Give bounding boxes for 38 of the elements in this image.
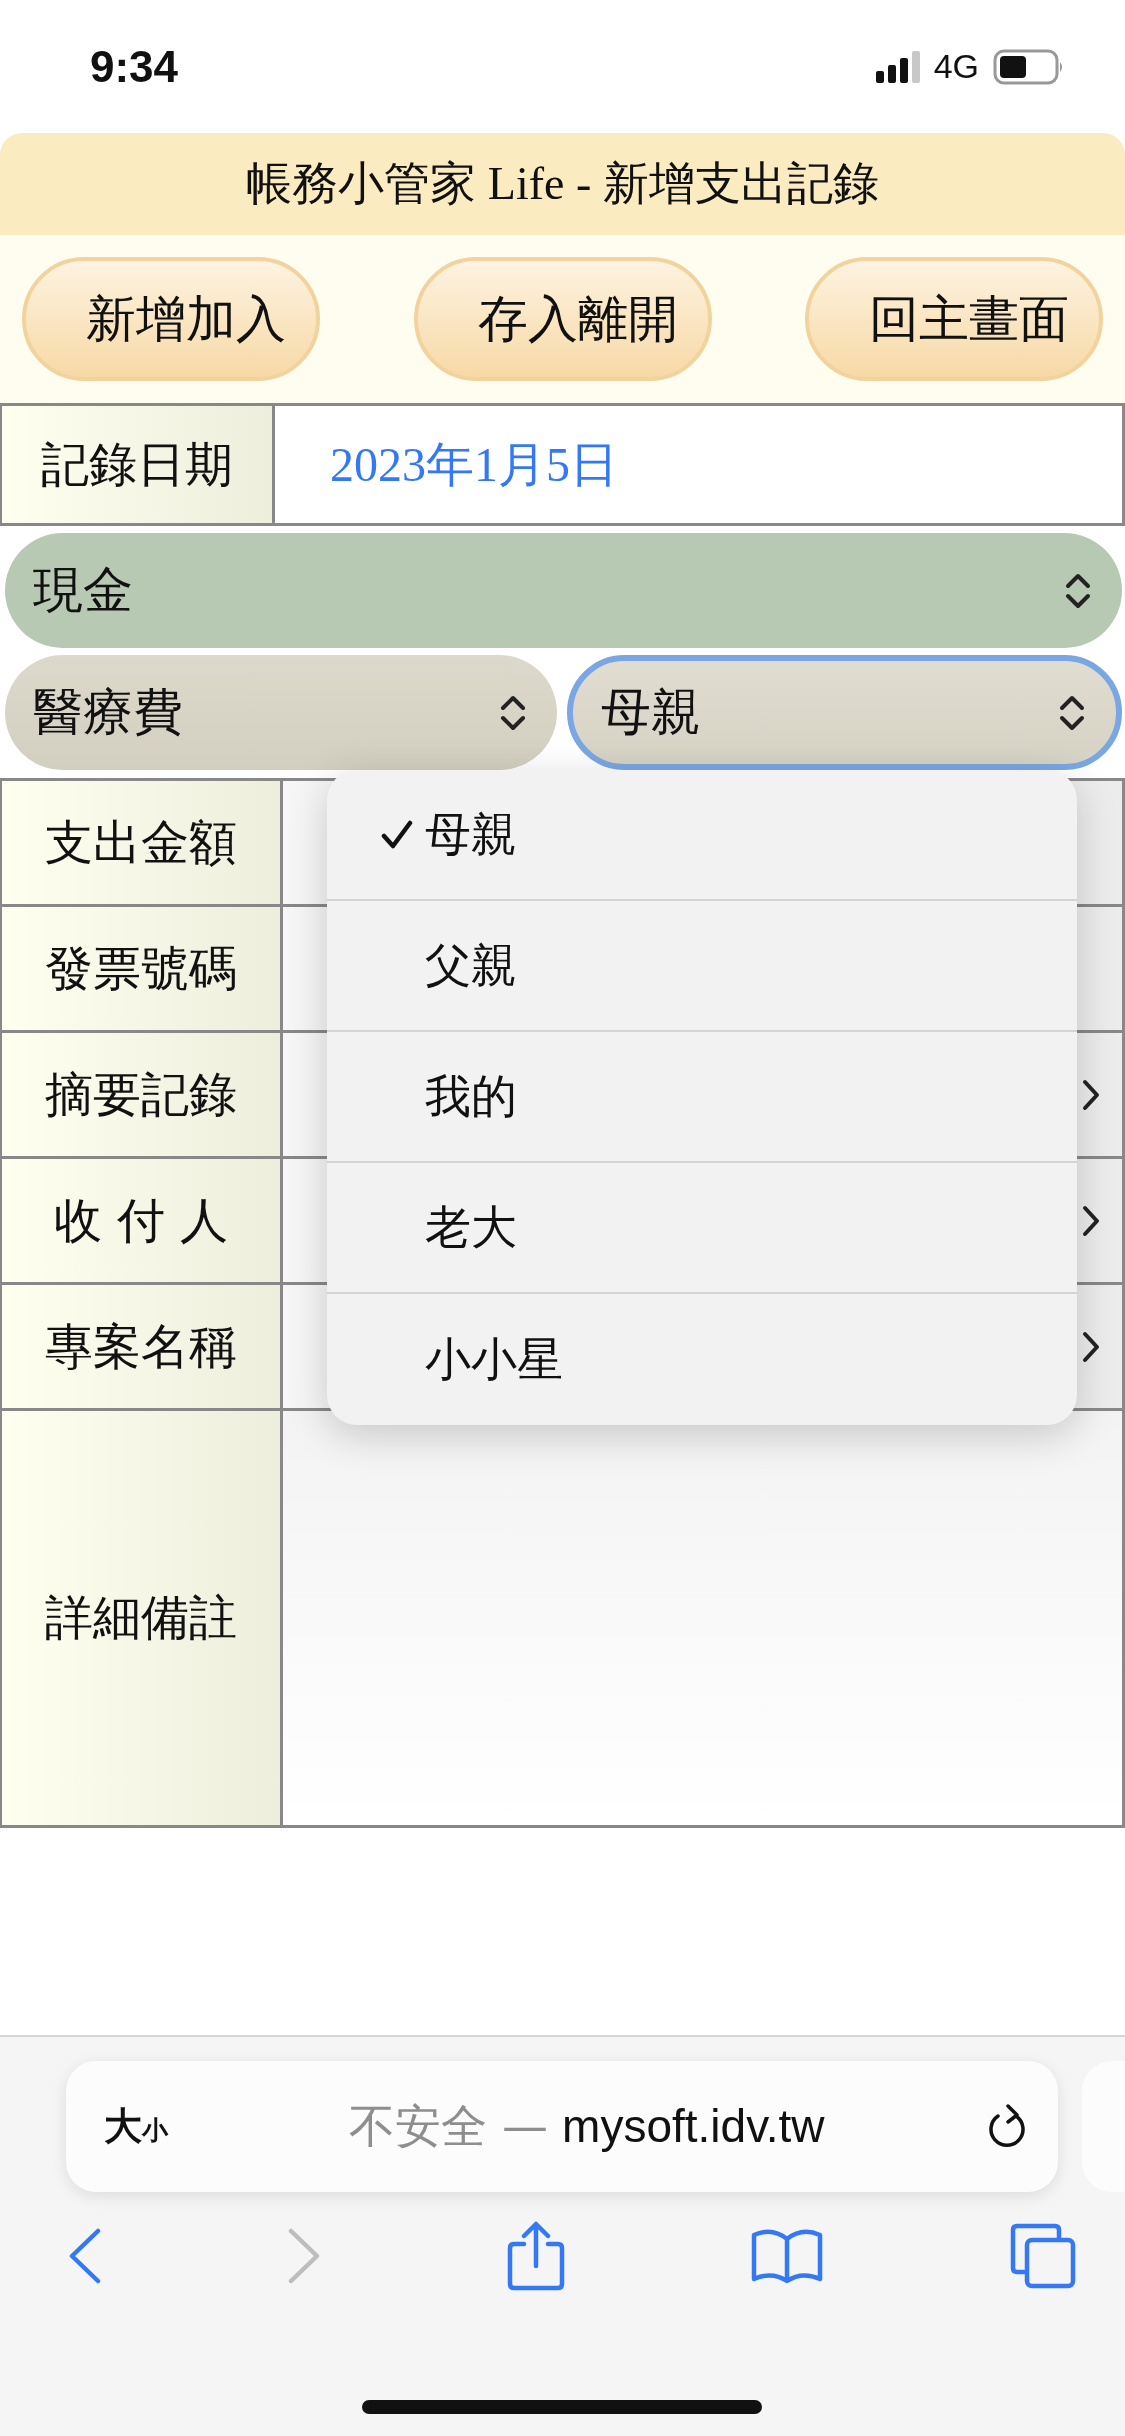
field-label: 支出金額 <box>2 781 283 904</box>
signal-icon <box>875 50 920 83</box>
select-value: 現金 <box>33 560 133 621</box>
battery-icon <box>993 48 1065 85</box>
url-domain: mysoft.idv.tw <box>562 2099 825 2152</box>
menu-item[interactable]: 父親 <box>327 901 1077 1032</box>
back-icon[interactable] <box>68 2228 102 2284</box>
page-title: 帳務小管家 Life - 新增支出記錄 <box>246 157 879 211</box>
select-value: 醫療費 <box>33 682 183 743</box>
book-icon[interactable] <box>750 2227 825 2285</box>
text-size-button[interactable]: 大小 <box>104 2101 168 2152</box>
field-label: 記錄日期 <box>2 406 275 523</box>
notes-field[interactable] <box>283 1411 1125 1825</box>
address-bar[interactable]: 大小 不安全 — mysoft.idv.tw <box>66 2061 1058 2192</box>
chevron-right-icon <box>1082 1329 1100 1364</box>
share-icon[interactable] <box>505 2220 566 2292</box>
network-label: 4G <box>933 47 979 86</box>
field-label: 發票號碼 <box>2 907 283 1030</box>
menu-item[interactable]: 母親 <box>327 770 1077 901</box>
select-field[interactable]: 母親 <box>567 655 1122 770</box>
tabs-icon[interactable] <box>1009 2222 1077 2290</box>
security-label: 不安全 — <box>349 2098 549 2153</box>
action-button[interactable]: 存入離開 <box>413 257 712 381</box>
chevron-right-icon <box>1082 1203 1100 1238</box>
action-button[interactable]: 回主畫面 <box>805 257 1103 381</box>
menu-item[interactable]: 老大 <box>327 1163 1077 1294</box>
field-label: 專案名稱 <box>2 1285 283 1408</box>
select-field[interactable]: 醫療費 <box>5 655 557 770</box>
field-label: 摘要記錄 <box>2 1033 283 1156</box>
status-time: 9:34 <box>90 41 179 92</box>
field-label: 收 付 人 <box>2 1159 283 1282</box>
select-value: 母親 <box>601 682 701 743</box>
menu-item[interactable]: 我的 <box>327 1032 1077 1163</box>
action-button[interactable]: 新增加入 <box>22 257 320 381</box>
menu-item[interactable]: 小小星 <box>327 1294 1077 1425</box>
field-label: 詳細備註 <box>2 1411 283 1825</box>
chevron-right-icon <box>1082 1077 1100 1112</box>
select-field[interactable]: 現金 <box>5 533 1122 648</box>
